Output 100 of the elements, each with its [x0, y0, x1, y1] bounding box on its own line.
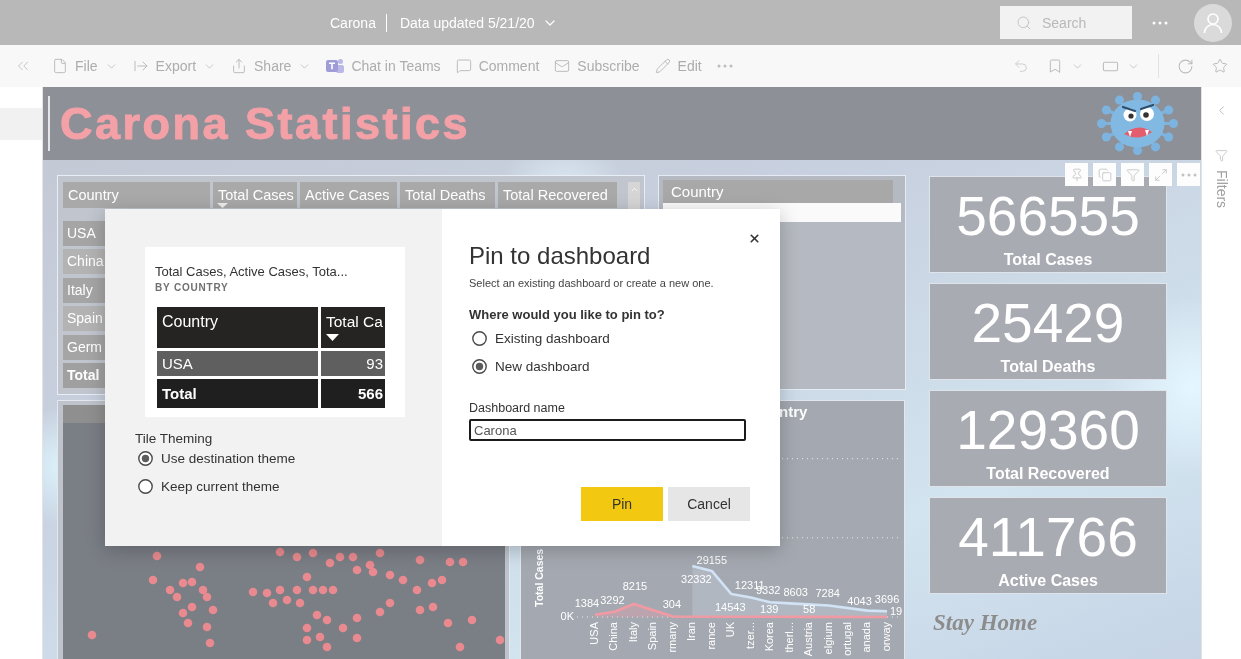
virus-icon [1095, 90, 1180, 157]
search-icon [1016, 14, 1032, 31]
toolbar-button[interactable]: Subscribe [554, 58, 640, 74]
axis-label: Iran [685, 622, 698, 641]
axis-label: Korea [763, 622, 776, 652]
axis-title: Total Cases [532, 548, 545, 607]
axis-label: rance [704, 622, 717, 650]
data-label: 14543 [715, 600, 746, 613]
undo-icon[interactable] [1013, 58, 1029, 74]
table-cell: China [63, 249, 105, 275]
kpi-value: 411766 [958, 510, 1138, 565]
toolbar-button[interactable]: Share [231, 58, 312, 74]
scrollbar[interactable] [628, 182, 640, 209]
table-cell: 93 [321, 351, 385, 376]
radio-label[interactable]: Use destination theme [161, 450, 296, 466]
cancel-button[interactable]: Cancel [668, 487, 750, 521]
table-cell: USA [63, 221, 105, 246]
pin-icon [1069, 167, 1084, 182]
data-label: 3292 [600, 593, 625, 606]
people-tile-icon [326, 58, 345, 74]
axis-label: elgium [821, 622, 834, 655]
table-cell: Total [63, 362, 105, 388]
more-icon[interactable] [716, 64, 733, 68]
sort-arrow-icon [326, 334, 339, 341]
toolbar-button[interactable]: Chat in Teams [326, 58, 441, 74]
data-label: 58 [803, 602, 816, 615]
data-label: 29155 [696, 553, 728, 566]
radio-button[interactable] [138, 478, 153, 494]
visual-header-button[interactable] [1065, 163, 1088, 186]
toolbar-button[interactable]: File [52, 58, 118, 74]
data-label: 4043 [847, 594, 872, 607]
star-icon[interactable] [1212, 58, 1228, 74]
pencil-icon [654, 58, 671, 74]
table-cell: USA [157, 351, 318, 376]
column-header[interactable]: Total Cases [213, 182, 297, 208]
data-label: 19 [889, 604, 903, 617]
data-updated-label: Data updated 5/21/20 [399, 14, 535, 31]
kpi-label: Total Recovered [986, 465, 1110, 483]
dialog-title: Pin to dashboard [469, 241, 651, 271]
expand-icon [1153, 167, 1168, 182]
filters-label[interactable]: Filters [1213, 170, 1230, 209]
chart-title: ntry [779, 403, 808, 420]
axis-label: rmany [665, 622, 678, 653]
comment-icon [455, 58, 472, 74]
radio-button[interactable] [472, 330, 487, 346]
column-header[interactable]: Country [63, 182, 210, 208]
radio-label[interactable]: Keep current theme [161, 478, 280, 494]
data-label: 7284 [815, 587, 840, 600]
kpi-value: 129360 [956, 403, 1140, 458]
radio-button[interactable] [472, 358, 487, 374]
visual-header-button[interactable] [1177, 163, 1200, 186]
dialog-subtitle: Select an existing dashboard or create a new one. [469, 276, 714, 290]
bookmark-icon[interactable] [1047, 58, 1063, 74]
axis-label: therl... [782, 622, 795, 653]
axis-label: USA [587, 622, 600, 645]
table-cell: Spain [63, 306, 105, 332]
group-label: Where would you like to pin to? [469, 307, 665, 323]
close-icon[interactable] [748, 232, 761, 245]
input-field[interactable]: Carona [469, 419, 746, 441]
axis-label: UK [724, 622, 737, 638]
visual-header-button[interactable] [1093, 163, 1116, 186]
search-field[interactable]: Search [1000, 6, 1132, 39]
radio-label[interactable]: New dashboard [495, 358, 590, 374]
more-icon[interactable] [1152, 20, 1168, 25]
report-name: Carona [330, 14, 376, 31]
avatar-icon[interactable] [1194, 3, 1232, 42]
refresh-icon[interactable] [1177, 57, 1194, 75]
page-list-item[interactable] [0, 108, 42, 140]
visual-header-button[interactable] [1121, 163, 1144, 186]
table-cell: 566 [321, 379, 385, 408]
kpi-label: Total Deaths [1000, 358, 1096, 376]
axis-tick-label: 0K [560, 609, 574, 622]
table-cell: Germ [63, 334, 105, 360]
column-header[interactable]: Total Deaths [400, 182, 495, 208]
column-header[interactable]: Total Recovered [498, 182, 617, 208]
column-header[interactable]: Active Cases [300, 182, 397, 208]
filter-icon [1125, 167, 1140, 182]
data-label: 3696 [874, 593, 900, 606]
tile-title: Total Cases, Active Cases, Tota... [155, 264, 348, 279]
data-label: 1384 [574, 596, 600, 609]
kpi-value: 566555 [956, 189, 1140, 244]
toolbar-button[interactable]: Export [132, 58, 217, 74]
axis-label: anada [860, 622, 873, 653]
filter-icon[interactable] [1215, 149, 1228, 162]
axis-label: orway [879, 622, 892, 652]
kpi-label: Active Cases [998, 572, 1098, 590]
more-icon [1180, 172, 1197, 177]
radio-label[interactable]: Existing dashboard [495, 330, 610, 346]
visual-header-button[interactable] [1149, 163, 1172, 186]
column-header: Total Ca [321, 307, 385, 348]
axis-label: tzer... [743, 622, 756, 649]
toolbar-button[interactable]: Edit [654, 58, 702, 74]
pin-button[interactable]: Pin [581, 487, 663, 521]
toolbar-button[interactable]: Comment [455, 58, 540, 74]
kpi-label: Total Cases [1003, 251, 1093, 269]
report-title: Carona Statistics [60, 101, 471, 146]
radio-button[interactable] [138, 450, 153, 466]
tile-subtitle: BY COUNTRY [155, 282, 229, 294]
data-label: 304 [662, 598, 682, 611]
share-icon [231, 58, 248, 74]
